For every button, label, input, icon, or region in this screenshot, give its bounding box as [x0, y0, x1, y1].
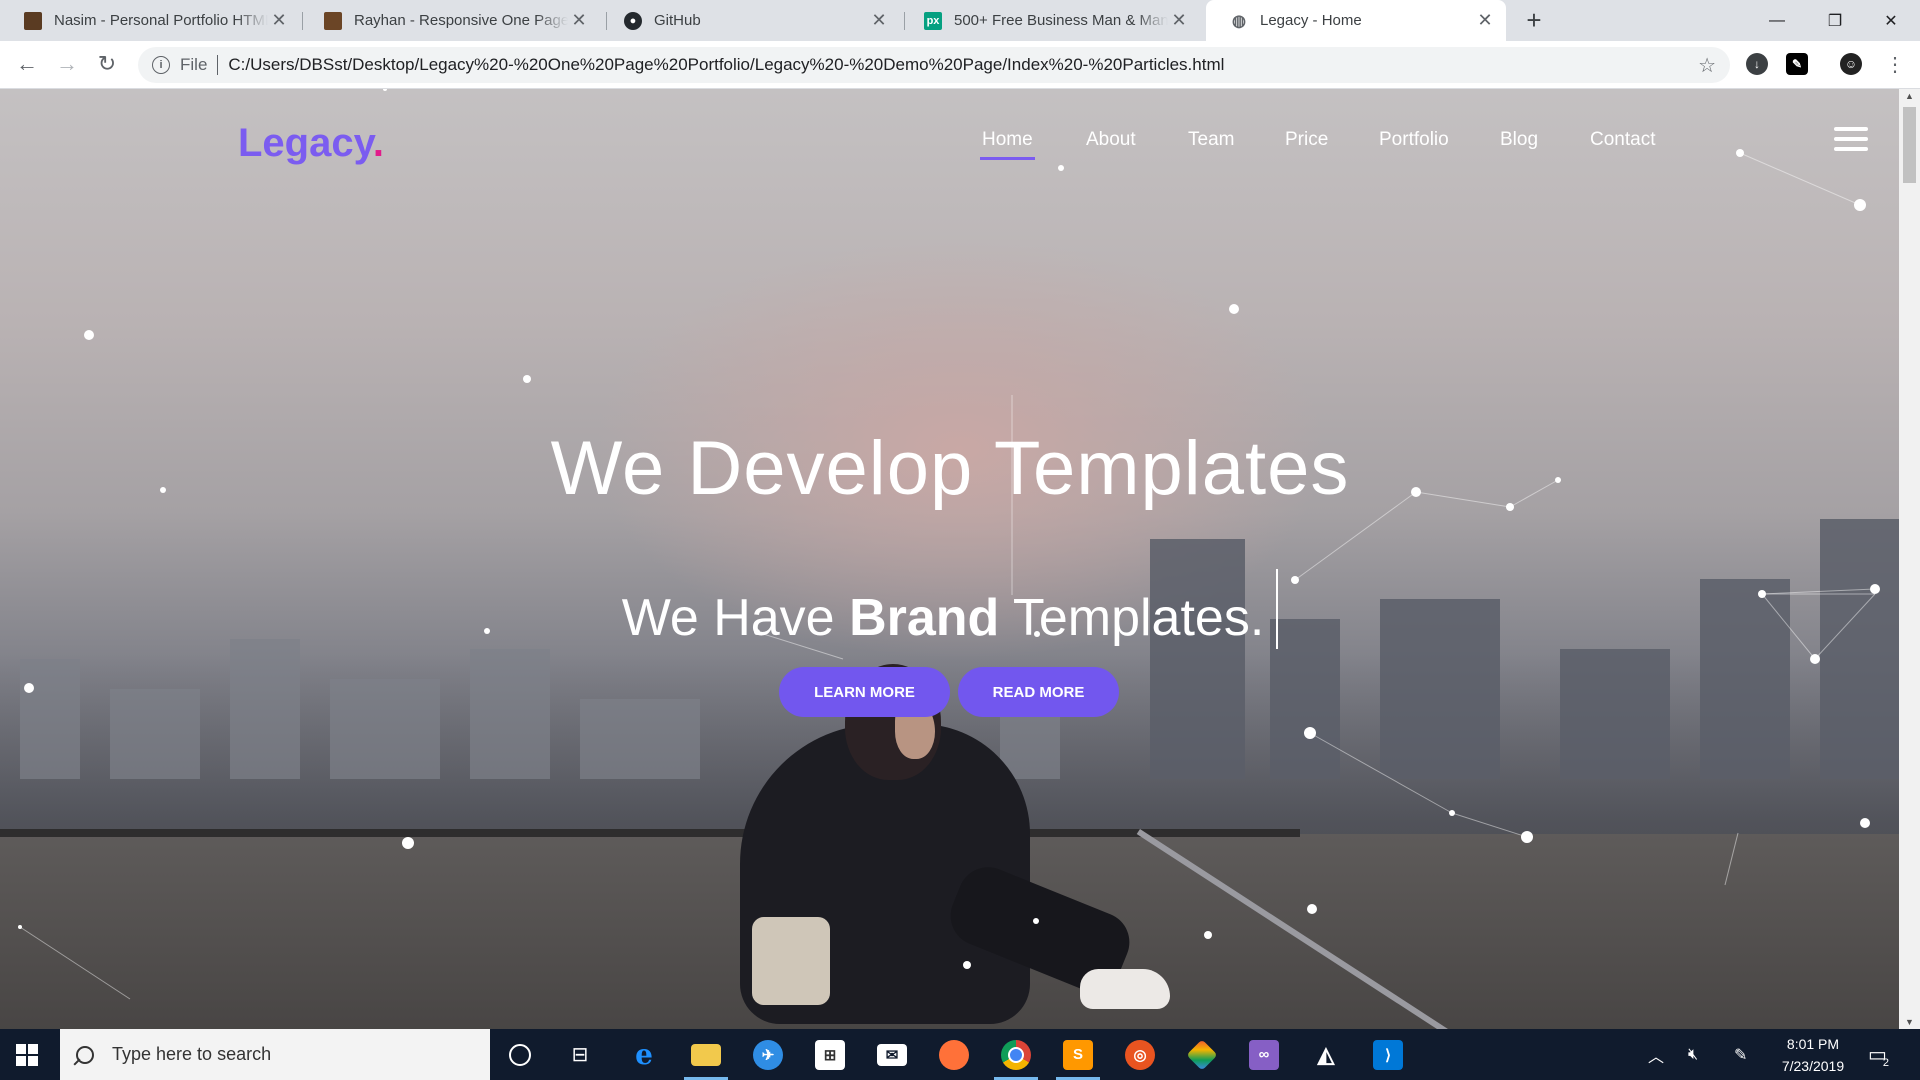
info-icon[interactable]: i [152, 56, 170, 74]
tab-title: 500+ Free Business Man & Man I [954, 12, 1168, 29]
read-more-button[interactable]: READ MORE [958, 667, 1119, 717]
back-arrow-icon[interactable]: ← [12, 49, 42, 79]
volume-muted-icon[interactable]: 🔇︎ [1688, 1029, 1698, 1080]
taskbar-search-box[interactable]: Type here to search [60, 1029, 490, 1080]
logo-dot: . [372, 121, 385, 165]
browser-toolbar: ← → ↻ i File C:/Users/DBSst/Desktop/Lega… [0, 41, 1920, 89]
nav-link-portfolio[interactable]: Portfolio [1379, 129, 1449, 151]
unity-icon[interactable]: ◭ [1298, 1029, 1354, 1080]
nav-link-contact[interactable]: Contact [1590, 129, 1655, 151]
hero-subtitle: We Have Brand Templates. [0, 569, 1900, 649]
store-icon[interactable]: ⊞ [802, 1029, 858, 1080]
scroll-down-arrow-icon[interactable]: ▼ [1905, 1017, 1914, 1027]
menu-kebab-icon[interactable]: ⋮ [1880, 49, 1910, 79]
task-view-icon[interactable]: ⊟ [552, 1029, 608, 1080]
tab-title: Legacy - Home [1260, 12, 1362, 29]
portrait-favicon-icon [24, 11, 42, 30]
subtitle-suffix: Templates. [1012, 589, 1265, 647]
pen-workspace-icon[interactable]: ✎ [1734, 1029, 1747, 1080]
firefox-icon[interactable] [926, 1029, 982, 1080]
address-bar[interactable]: i File C:/Users/DBSst/Desktop/Legacy%20-… [138, 47, 1730, 83]
nav-link-home[interactable]: Home [980, 129, 1035, 160]
hero-section: Legacy. Home About Team Price Portfolio … [0, 89, 1920, 1029]
scroll-up-arrow-icon[interactable]: ▲ [1905, 91, 1914, 101]
vscode-icon[interactable]: ⟩ [1360, 1029, 1416, 1080]
mail-icon[interactable]: ✉ [864, 1029, 920, 1080]
reload-icon[interactable]: ↻ [92, 49, 122, 79]
windows-taskbar: Type here to search ⊟ e ✈ ⊞ ✉ S ◎ ∞ ◭ ⟩ … [0, 1029, 1920, 1080]
browser-tab-strip: Nasim - Personal Portfolio HTML ✕ Rayhan… [0, 0, 1920, 41]
notification-count-badge: 2 [1882, 1056, 1890, 1069]
restore-icon[interactable]: ❐ [1806, 0, 1864, 41]
bookmark-star-icon[interactable]: ☆ [1698, 53, 1716, 78]
search-placeholder: Type here to search [112, 1044, 272, 1064]
logo-text: Legacy [238, 121, 373, 165]
address-divider [217, 55, 219, 75]
tab-title: Rayhan - Responsive One Page P [354, 12, 568, 29]
git-icon[interactable] [1174, 1029, 1230, 1080]
particles-network [18, 89, 1880, 1000]
hamburger-menu-icon[interactable] [1834, 127, 1868, 151]
system-clock[interactable]: 8:01 PM 7/23/2019 [1768, 1033, 1858, 1077]
close-tab-icon[interactable]: ✕ [1474, 10, 1496, 31]
close-window-icon[interactable]: ✕ [1862, 0, 1920, 41]
tab-title: Nasim - Personal Portfolio HTML [54, 12, 268, 29]
nav-link-blog[interactable]: Blog [1500, 129, 1538, 151]
browser-tab-active[interactable]: ◍ Legacy - Home ✕ [1206, 0, 1506, 41]
typing-caret [1276, 569, 1279, 649]
site-logo[interactable]: Legacy. [238, 121, 384, 166]
browser-tab[interactable]: ● GitHub ✕ [600, 0, 900, 41]
nav-link-team[interactable]: Team [1188, 129, 1234, 151]
new-tab-plus-icon[interactable]: + [1520, 6, 1548, 34]
close-tab-icon[interactable]: ✕ [568, 10, 590, 31]
nav-link-about[interactable]: About [1086, 129, 1136, 151]
browser-tab[interactable]: px 500+ Free Business Man & Man I ✕ [900, 0, 1200, 41]
close-tab-icon[interactable]: ✕ [868, 10, 890, 31]
chrome-icon[interactable] [988, 1029, 1044, 1080]
pexels-icon: px [924, 11, 942, 30]
cortana-icon[interactable] [492, 1029, 548, 1080]
profile-avatar-icon[interactable]: ☺ [1840, 53, 1862, 75]
subtitle-bold-word: Brand [849, 589, 1000, 647]
pen-extension-icon[interactable]: ✎ [1786, 53, 1808, 75]
github-icon: ● [624, 11, 642, 30]
safari-icon[interactable]: ✈ [740, 1029, 796, 1080]
minimize-icon[interactable]: — [1748, 0, 1806, 41]
url-text[interactable]: C:/Users/DBSst/Desktop/Legacy%20-%20One%… [228, 55, 1224, 75]
action-center-icon[interactable]: ▭ 2 [1868, 1029, 1889, 1080]
nav-link-price[interactable]: Price [1285, 129, 1328, 151]
edge-icon[interactable]: e [616, 1029, 672, 1080]
forward-arrow-icon[interactable]: → [52, 49, 82, 79]
hero-title: We Develop Templates [550, 426, 1350, 511]
show-hidden-icons-chevron-icon[interactable]: ︿ [1648, 1029, 1664, 1080]
browser-tab[interactable]: Rayhan - Responsive One Page P ✕ [300, 0, 600, 41]
page-scrollbar[interactable]: ▲ ▼ [1899, 89, 1920, 1029]
browser-tab[interactable]: Nasim - Personal Portfolio HTML ✕ [0, 0, 300, 41]
download-extension-icon[interactable]: ↓ [1746, 53, 1768, 75]
clock-time: 8:01 PM [1786, 1036, 1840, 1052]
close-tab-icon[interactable]: ✕ [1168, 10, 1190, 31]
portrait-favicon-icon [324, 11, 342, 30]
subtitle-prefix: We Have [621, 589, 835, 647]
file-scheme-label: File [180, 55, 208, 74]
tab-title: GitHub [654, 12, 701, 29]
clock-date: 7/23/2019 [1781, 1058, 1845, 1074]
visual-studio-icon[interactable]: ∞ [1236, 1029, 1292, 1080]
globe-icon: ◍ [1232, 12, 1246, 30]
ubuntu-icon[interactable]: ◎ [1112, 1029, 1168, 1080]
scrollbar-thumb[interactable] [1903, 107, 1916, 183]
close-tab-icon[interactable]: ✕ [268, 10, 290, 31]
learn-more-button[interactable]: LEARN MORE [779, 667, 950, 717]
sublime-text-icon[interactable]: S [1050, 1029, 1106, 1080]
windows-start-icon[interactable] [16, 1044, 38, 1066]
search-icon [76, 1045, 94, 1064]
file-explorer-icon[interactable] [678, 1029, 734, 1080]
